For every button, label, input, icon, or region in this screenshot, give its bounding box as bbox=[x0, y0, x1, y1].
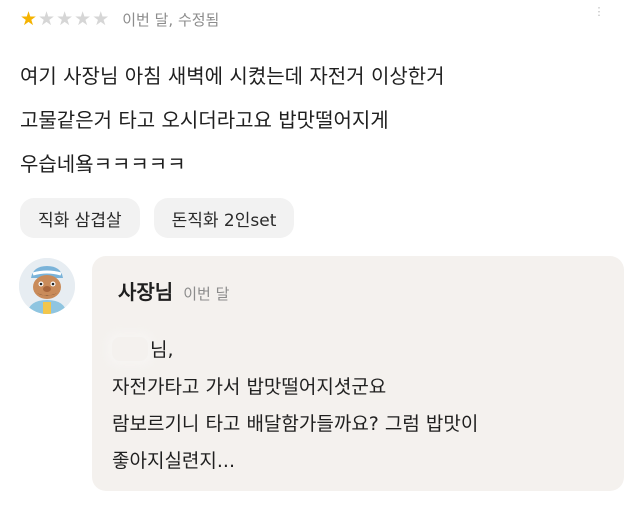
review-text: 여기 사장님 아침 새벽에 시켰는데 자전거 이상한거 고물같은거 타고 오시더… bbox=[20, 54, 610, 186]
reply-greeting: 님, bbox=[112, 332, 612, 369]
menu-tag[interactable]: 돈직화 2인set bbox=[153, 198, 295, 238]
star-empty-icon: ★ bbox=[56, 7, 74, 30]
star-filled-icon: ★ bbox=[20, 7, 38, 30]
review-date: 이번 달, 수정됨 bbox=[122, 10, 220, 29]
ordered-menu-tags: 직화 삼겹살 돈직화 2인set bbox=[20, 198, 308, 238]
owner-avatar-icon bbox=[19, 258, 75, 314]
reply-line: 좋아지실련지... bbox=[112, 450, 235, 472]
reply-author: 사장님 bbox=[118, 280, 174, 304]
review-line: 고물같은거 타고 오시더라고요 밥맛떨어지게 bbox=[20, 108, 389, 132]
review-item: ★ ★ ★ ★ ★ 이번 달, 수정됨 ⋮ 여기 사장님 아침 새벽에 시켰는데… bbox=[0, 0, 630, 523]
reply-text: 님, 자전가타고 가서 밥맛떨어지셧군요 람보르기니 타고 배달함가들까요? 그… bbox=[112, 332, 612, 480]
menu-tag[interactable]: 직화 삼겹살 bbox=[20, 198, 140, 238]
review-header: ★ ★ ★ ★ ★ 이번 달, 수정됨 bbox=[20, 6, 219, 32]
reply-greeting-suffix: 님, bbox=[150, 339, 174, 361]
star-empty-icon: ★ bbox=[74, 7, 92, 30]
review-line: 우습네욬ㅋㅋㅋㅋㅋ bbox=[20, 152, 186, 176]
star-rating: ★ ★ ★ ★ ★ bbox=[20, 7, 110, 30]
reply-date: 이번 달 bbox=[183, 285, 230, 303]
star-empty-icon: ★ bbox=[38, 7, 56, 30]
reply-line: 자전가타고 가서 밥맛떨어지셧군요 bbox=[112, 376, 387, 398]
owner-reply: 사장님 이번 달 님, 자전가타고 가서 밥맛떨어지셧군요 람보르기니 타고 배… bbox=[92, 256, 624, 491]
more-options-icon[interactable]: ⋮ bbox=[592, 4, 606, 18]
reply-header: 사장님 이번 달 bbox=[118, 276, 229, 305]
review-line: 여기 사장님 아침 새벽에 시켰는데 자전거 이상한거 bbox=[20, 64, 445, 88]
star-empty-icon: ★ bbox=[92, 7, 110, 30]
reply-line: 람보르기니 타고 배달함가들까요? 그럼 밥맛이 bbox=[112, 413, 479, 435]
redacted-name bbox=[112, 337, 148, 361]
